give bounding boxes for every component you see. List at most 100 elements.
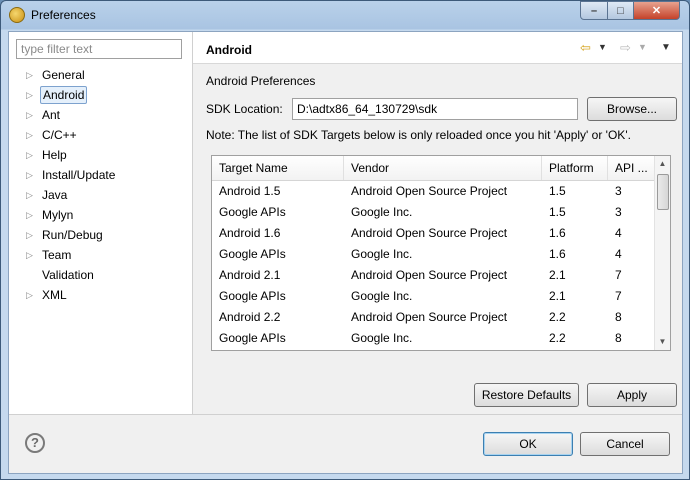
tree-item-label: General — [42, 68, 85, 82]
tree-item-label: C/C++ — [42, 128, 77, 142]
target-name-cell: Android 2.2 — [219, 310, 281, 324]
preference-page: Android ⇦ ▼ ⇨ ▼ ▼ Android Preferences SD… — [193, 32, 682, 414]
table-row[interactable]: Android 2.1 Android Open Source Project 2.… — [212, 265, 656, 286]
column-header-vendor[interactable]: Vendor — [344, 156, 542, 180]
vendor-cell: Android Open Source Project — [351, 226, 508, 240]
expand-arrow-icon[interactable]: ▷ — [26, 206, 36, 224]
table-row[interactable]: Google APIs Google Inc. 2.1 7 — [212, 286, 656, 307]
tree-item-label: Validation — [42, 268, 94, 282]
tree-item-label: Run/Debug — [42, 228, 103, 242]
scroll-down-icon[interactable]: ▼ — [655, 334, 670, 350]
tree-item-label: Help — [42, 148, 67, 162]
platform-cell: 2.1 — [549, 268, 566, 282]
arrow-left-icon[interactable]: ⇦ — [580, 40, 591, 56]
vendor-cell: Google Inc. — [351, 331, 413, 345]
view-menu-icon[interactable]: ▼ — [661, 42, 671, 53]
filter-input[interactable]: type filter text — [16, 39, 182, 59]
api-cell: 7 — [615, 268, 622, 282]
forward-history-chevron-icon[interactable]: ▼ — [638, 42, 647, 52]
api-cell: 3 — [615, 184, 622, 198]
column-header-target-name[interactable]: Target Name — [212, 156, 344, 180]
target-name-cell: Google APIs — [219, 331, 286, 345]
tree-item-label: Android — [40, 86, 88, 104]
platform-cell: 2.2 — [549, 310, 566, 324]
vendor-cell: Google Inc. — [351, 247, 413, 261]
apply-button[interactable]: Apply — [587, 383, 677, 407]
target-name-cell: Android 1.6 — [219, 226, 281, 240]
target-name-cell: Android 2.1 — [219, 268, 281, 282]
tree-item-label: Team — [42, 248, 72, 262]
vendor-cell: Android Open Source Project — [351, 184, 508, 198]
eclipse-app-icon — [9, 7, 25, 23]
target-name-cell: Google APIs — [219, 247, 286, 261]
page-header: Android ⇦ ▼ ⇨ ▼ ▼ — [193, 32, 682, 64]
window-title: Preferences — [31, 8, 96, 22]
expand-arrow-icon[interactable]: ▷ — [26, 166, 36, 184]
scrollbar-thumb[interactable] — [657, 174, 669, 210]
tree-item-label: Ant — [42, 108, 61, 122]
help-icon[interactable]: ? — [25, 433, 45, 453]
close-icon: ✕ — [651, 5, 662, 17]
expand-arrow-icon[interactable]: ▷ — [26, 186, 36, 204]
restore-defaults-button[interactable]: Restore Defaults — [474, 383, 579, 407]
target-name-cell: Google APIs — [219, 289, 286, 303]
table-header: Target Name Vendor Platform API ... — [212, 156, 656, 181]
tree-item-label: XML — [42, 288, 67, 302]
sdk-targets-table[interactable]: Target Name Vendor Platform API ... Andr… — [211, 155, 671, 351]
target-name-cell: Android 1.5 — [219, 184, 281, 198]
table-row[interactable]: Google APIs Google Inc. 2.2 8 — [212, 328, 656, 349]
tree-item-label: Mylyn — [42, 208, 74, 222]
vendor-cell: Android Open Source Project — [351, 310, 508, 324]
table-scrollbar[interactable]: ▲ ▼ — [654, 156, 670, 350]
api-cell: 3 — [615, 205, 622, 219]
expand-arrow-icon[interactable]: ▷ — [26, 146, 36, 164]
api-cell: 8 — [615, 310, 622, 324]
arrow-right-icon[interactable]: ⇨ — [620, 40, 631, 56]
platform-cell: 1.6 — [549, 226, 566, 240]
table-row[interactable]: Android 1.6 Android Open Source Project 1.… — [212, 223, 656, 244]
back-history-chevron-icon[interactable]: ▼ — [598, 42, 607, 52]
tree-item-label: Java — [42, 188, 68, 202]
maximize-button[interactable]: □ — [607, 1, 634, 20]
browse-button[interactable]: Browse... — [587, 97, 677, 121]
platform-cell: 2.2 — [549, 331, 566, 345]
expand-arrow-icon[interactable]: ▷ — [26, 106, 36, 124]
table-row[interactable]: Google APIs Google Inc. 1.5 3 — [212, 202, 656, 223]
api-cell: 8 — [615, 331, 622, 345]
expand-arrow-icon[interactable]: ▷ — [26, 226, 36, 244]
close-button[interactable]: ✕ — [633, 1, 680, 20]
api-cell: 4 — [615, 226, 622, 240]
table-row[interactable]: Android 1.5 Android Open Source Project 1.… — [212, 181, 656, 202]
expand-arrow-icon[interactable]: ▷ — [26, 66, 36, 84]
api-cell: 7 — [615, 289, 622, 303]
table-row[interactable]: Android 2.2 Android Open Source Project 2.… — [212, 307, 656, 328]
page-title: Android — [206, 43, 252, 57]
dialog-body: type filter text ▷ General ▷ Android ▷ Ant ▷ C/… — [8, 31, 683, 474]
minimize-icon: – — [590, 4, 598, 17]
cancel-button[interactable]: Cancel — [580, 432, 670, 456]
title-bar[interactable]: Preferences – □ ✕ — [1, 1, 689, 29]
scroll-up-icon[interactable]: ▲ — [655, 156, 670, 172]
ok-button[interactable]: OK — [483, 432, 573, 456]
platform-cell: 1.5 — [549, 205, 566, 219]
expand-arrow-icon[interactable]: ▷ — [26, 286, 36, 304]
maximize-icon: □ — [617, 4, 624, 17]
vendor-cell: Android Open Source Project — [351, 268, 508, 282]
table-row[interactable]: Google APIs Google Inc. 1.6 4 — [212, 244, 656, 265]
preferences-window: Preferences – □ ✕ type filter text ▷ Gene… — [0, 0, 690, 480]
column-header-api[interactable]: API ... — [608, 156, 656, 180]
platform-cell: 1.6 — [549, 247, 566, 261]
column-header-platform[interactable]: Platform — [542, 156, 608, 180]
minimize-button[interactable]: – — [580, 1, 608, 20]
tree-item-label: Install/Update — [42, 168, 116, 182]
section-label: Android Preferences — [206, 74, 316, 88]
dialog-button-bar: ? OK Cancel — [9, 414, 682, 473]
expand-arrow-icon[interactable]: ▷ — [26, 126, 36, 144]
vendor-cell: Google Inc. — [351, 205, 413, 219]
platform-cell: 2.1 — [549, 289, 566, 303]
platform-cell: 1.5 — [549, 184, 566, 198]
sdk-location-input[interactable]: D:\adtx86_64_130729\sdk — [292, 98, 578, 120]
expand-arrow-icon[interactable]: ▷ — [26, 86, 36, 104]
sdk-location-label: SDK Location: — [206, 102, 283, 116]
expand-arrow-icon[interactable]: ▷ — [26, 246, 36, 264]
